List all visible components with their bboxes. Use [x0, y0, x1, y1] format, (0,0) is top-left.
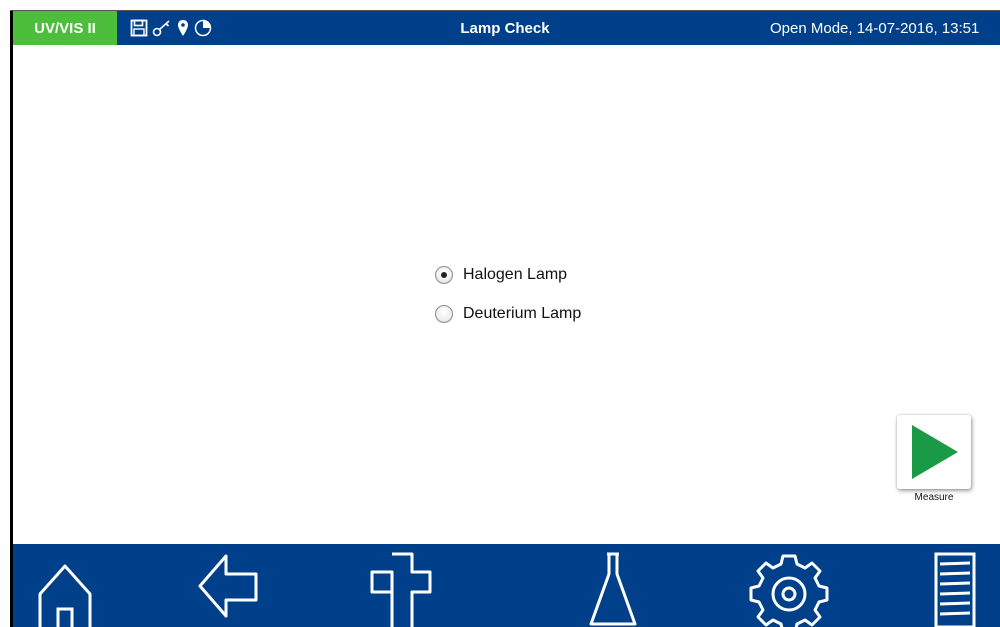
status-icons [130, 17, 212, 39]
add-button[interactable] [360, 544, 470, 627]
menu-list-icon [934, 552, 976, 627]
measure-label: Measure [914, 492, 954, 503]
option-label: Deuterium Lamp [463, 305, 582, 322]
home-icon [38, 564, 92, 627]
measure-button[interactable] [897, 415, 971, 489]
back-arrow-icon [198, 554, 258, 618]
menu-button[interactable] [915, 544, 1000, 627]
radio-dot [441, 272, 447, 278]
key-icon [152, 19, 172, 37]
option-label: Halogen Lamp [463, 266, 568, 283]
settings-button[interactable] [745, 544, 855, 627]
home-button[interactable] [20, 544, 130, 627]
flask-icon [589, 552, 637, 626]
back-button[interactable] [190, 544, 300, 627]
pie-chart-icon [194, 19, 212, 37]
option-deuterium-lamp[interactable]: Deuterium Lamp [435, 303, 581, 325]
play-icon [912, 425, 958, 479]
window-left-border [10, 11, 13, 627]
location-pin-icon [176, 19, 190, 37]
flask-button[interactable] [575, 544, 685, 627]
mode-badge[interactable]: UV/VIS II [13, 11, 117, 45]
app-window: UV/VIS II Lamp Check Open Mode, 14-07-20… [10, 11, 1000, 627]
status-text: Open Mode, 14-07-2016, 13:51 [770, 19, 980, 37]
lamp-options: Halogen Lamp Deuterium Lamp [435, 264, 581, 342]
radio-selected[interactable] [435, 266, 453, 284]
radio-unselected[interactable] [435, 305, 453, 323]
save-icon [130, 19, 148, 37]
option-halogen-lamp[interactable]: Halogen Lamp [435, 264, 581, 286]
settings-gear-icon [749, 554, 829, 627]
bottom-nav-bar [10, 544, 1000, 627]
add-icon [370, 552, 432, 627]
top-status-bar: UV/VIS II Lamp Check Open Mode, 14-07-20… [10, 11, 1000, 45]
